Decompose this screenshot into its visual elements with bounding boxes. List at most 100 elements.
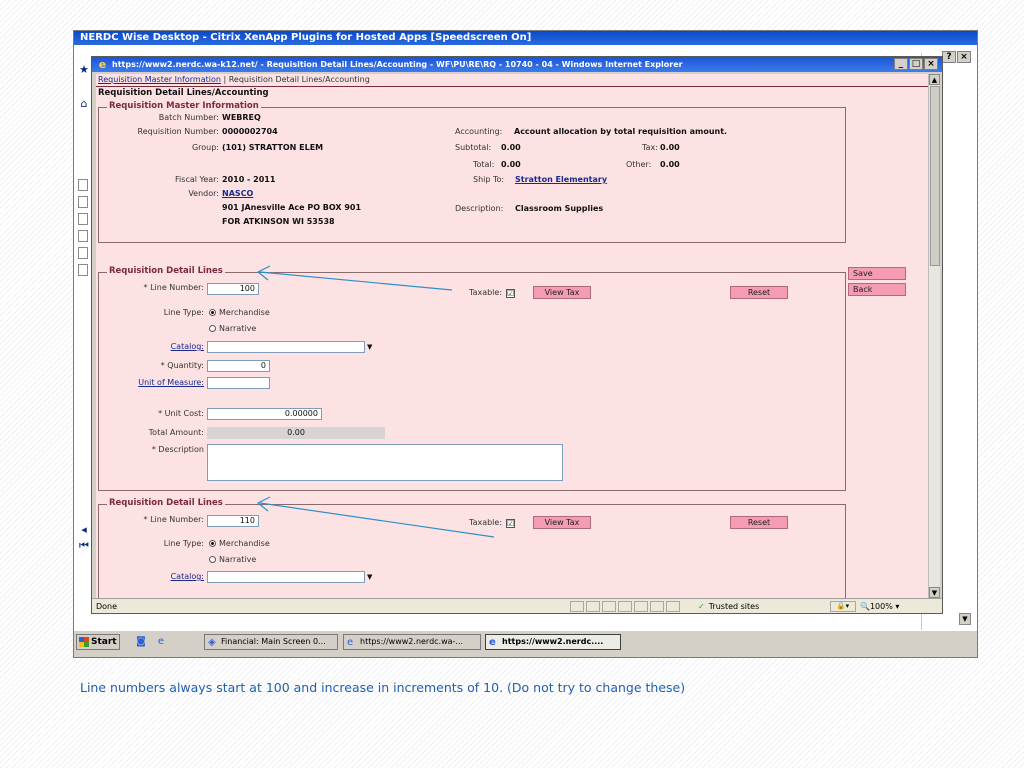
view-tax-button[interactable]: View Tax [533,516,591,529]
protected-mode-icon[interactable]: 🔒▾ [830,601,856,612]
scroll-left-icon[interactable]: ◂ [76,523,92,537]
strip-box-icon [78,179,88,191]
taxable-checkbox[interactable]: ☑ [506,519,516,528]
merchandise-radio[interactable]: Merchandise [209,539,270,548]
scroll-down-icon[interactable]: ▼ [959,613,971,625]
save-button[interactable]: Save [848,267,906,280]
quantity-label: * Quantity: [160,361,204,370]
master-info-panel: Requisition Master Information Batch Num… [98,101,846,243]
narrative-radio[interactable]: Narrative [209,324,256,333]
strip-box-icon [78,230,88,242]
line-number-input[interactable]: 110 [207,515,259,527]
status-panel [586,601,600,612]
taskbar-item[interactable]: e https://www2.nerdc.wa-... [343,634,481,650]
view-tax-button[interactable]: View Tax [533,286,591,299]
panel-legend: Requisition Detail Lines [107,266,225,276]
dropdown-arrow-icon[interactable]: ▼ [367,573,372,581]
taskbar-item-label: https://www2.nerdc.... [502,637,604,646]
outer-close-button[interactable]: × [957,51,971,63]
quantity-input[interactable]: 0 [207,360,270,372]
dropdown-arrow-icon[interactable]: ▼ [367,343,372,351]
checkmark-icon: ✓ [698,602,705,611]
reset-button[interactable]: Reset [730,286,788,299]
group-label: Group: [191,143,219,152]
status-panel [570,601,584,612]
other-label: Other: [626,160,652,169]
status-text: Done [96,602,118,611]
line-number-label: * Line Number: [143,283,204,292]
taxable-label-text: Taxable: [469,518,503,527]
scroll-down-icon[interactable]: ▼ [929,587,940,598]
other-value: 0.00 [660,160,680,169]
vendor-link[interactable]: NASCO [222,189,253,198]
description-label: Description: [455,204,504,213]
taskbar-item[interactable]: ◈ Financial: Main Screen 0... [204,634,338,650]
scrollbar-thumb[interactable] [930,86,940,266]
start-label: Start [91,637,117,647]
catalog-select[interactable] [207,341,365,353]
merchandise-label: Merchandise [219,539,270,548]
status-panel [650,601,664,612]
ie-icon: e [347,637,354,648]
taskbar-item-active[interactable]: e https://www2.nerdc.... [485,634,621,650]
app-icon: ◈ [208,637,216,648]
description-value: Classroom Supplies [515,204,604,213]
batch-number-value: WEBREQ [222,113,261,122]
ie-logo-icon: e [98,58,107,71]
narrative-radio[interactable]: Narrative [209,555,256,564]
taxable-checkbox[interactable]: ☑ [506,289,516,298]
total-label: Total: [473,160,495,169]
catalog-link[interactable]: Catalog: [103,342,204,351]
outer-restore-button[interactable]: ? [942,51,956,63]
description-field-label: * Description [151,445,204,454]
start-button[interactable]: Start [76,634,120,650]
close-button[interactable]: × [924,58,938,70]
ie-window: https://www2.nerdc.wa-k12.net/ - Requisi… [91,56,943,614]
subtotal-label: Subtotal: [455,143,492,152]
catalog-select[interactable] [207,571,365,583]
status-panel [602,601,616,612]
total-amount-field: 0.00 [207,427,385,439]
maximize-button[interactable]: □ [909,58,923,70]
status-bar: Done ✓ Trusted sites 🔒▾ 🔍100% ▾ [92,598,942,613]
batch-number-label: Batch Number: [158,113,219,122]
favorites-star-icon[interactable]: ★ [76,63,92,77]
strip-box-icon [78,264,88,276]
ie-quicklaunch-icon[interactable]: e [154,635,168,649]
panel-legend: Requisition Detail Lines [107,498,225,508]
page-scrollbar[interactable]: ▲ ▼ [928,74,940,598]
ie-window-controls: _ □ × [894,58,938,70]
radio-empty-icon [209,556,216,563]
panel-legend: Requisition Master Information [107,101,261,111]
minimize-button[interactable]: _ [894,58,908,70]
ship-to-link[interactable]: Stratton Elementary [515,175,607,184]
ie-icon: e [489,637,496,648]
scroll-up-icon[interactable]: ▲ [929,74,940,85]
home-icon[interactable]: ⌂ [76,97,92,111]
title-divider [96,86,930,87]
reset-button[interactable]: Reset [730,516,788,529]
merchandise-radio[interactable]: Merchandise [209,308,270,317]
unit-cost-input[interactable]: 0.00000 [207,408,322,420]
total-amount-label: Total Amount: [148,428,204,437]
fiscal-year-label: Fiscal Year: [175,175,219,184]
catalog-link[interactable]: Catalog: [103,572,204,581]
ship-to-label: Ship To: [473,175,505,184]
unit-of-measure-input[interactable] [207,377,270,389]
show-desktop-icon[interactable]: ◙ [134,635,148,649]
merchandise-label: Merchandise [219,308,270,317]
subtotal-value: 0.00 [501,143,521,152]
scroll-first-icon[interactable]: ⏮ [76,539,92,553]
zoom-control[interactable]: 🔍100% ▾ [860,599,899,614]
status-panel [634,601,648,612]
unit-of-measure-link[interactable]: Unit of Measure: [103,378,204,387]
narrative-label: Narrative [219,555,257,564]
ie-title: https://www2.nerdc.wa-k12.net/ - Requisi… [92,57,942,72]
description-textarea[interactable] [207,444,563,481]
taskbar-item-label: https://www2.nerdc.wa-... [360,637,464,646]
back-button[interactable]: Back [848,283,906,296]
security-zone[interactable]: ✓ Trusted sites [698,599,818,614]
breadcrumb-master-link[interactable]: Requisition Master Information [98,75,221,84]
line-number-input[interactable]: 100 [207,283,259,295]
trusted-sites-label: Trusted sites [708,602,760,611]
